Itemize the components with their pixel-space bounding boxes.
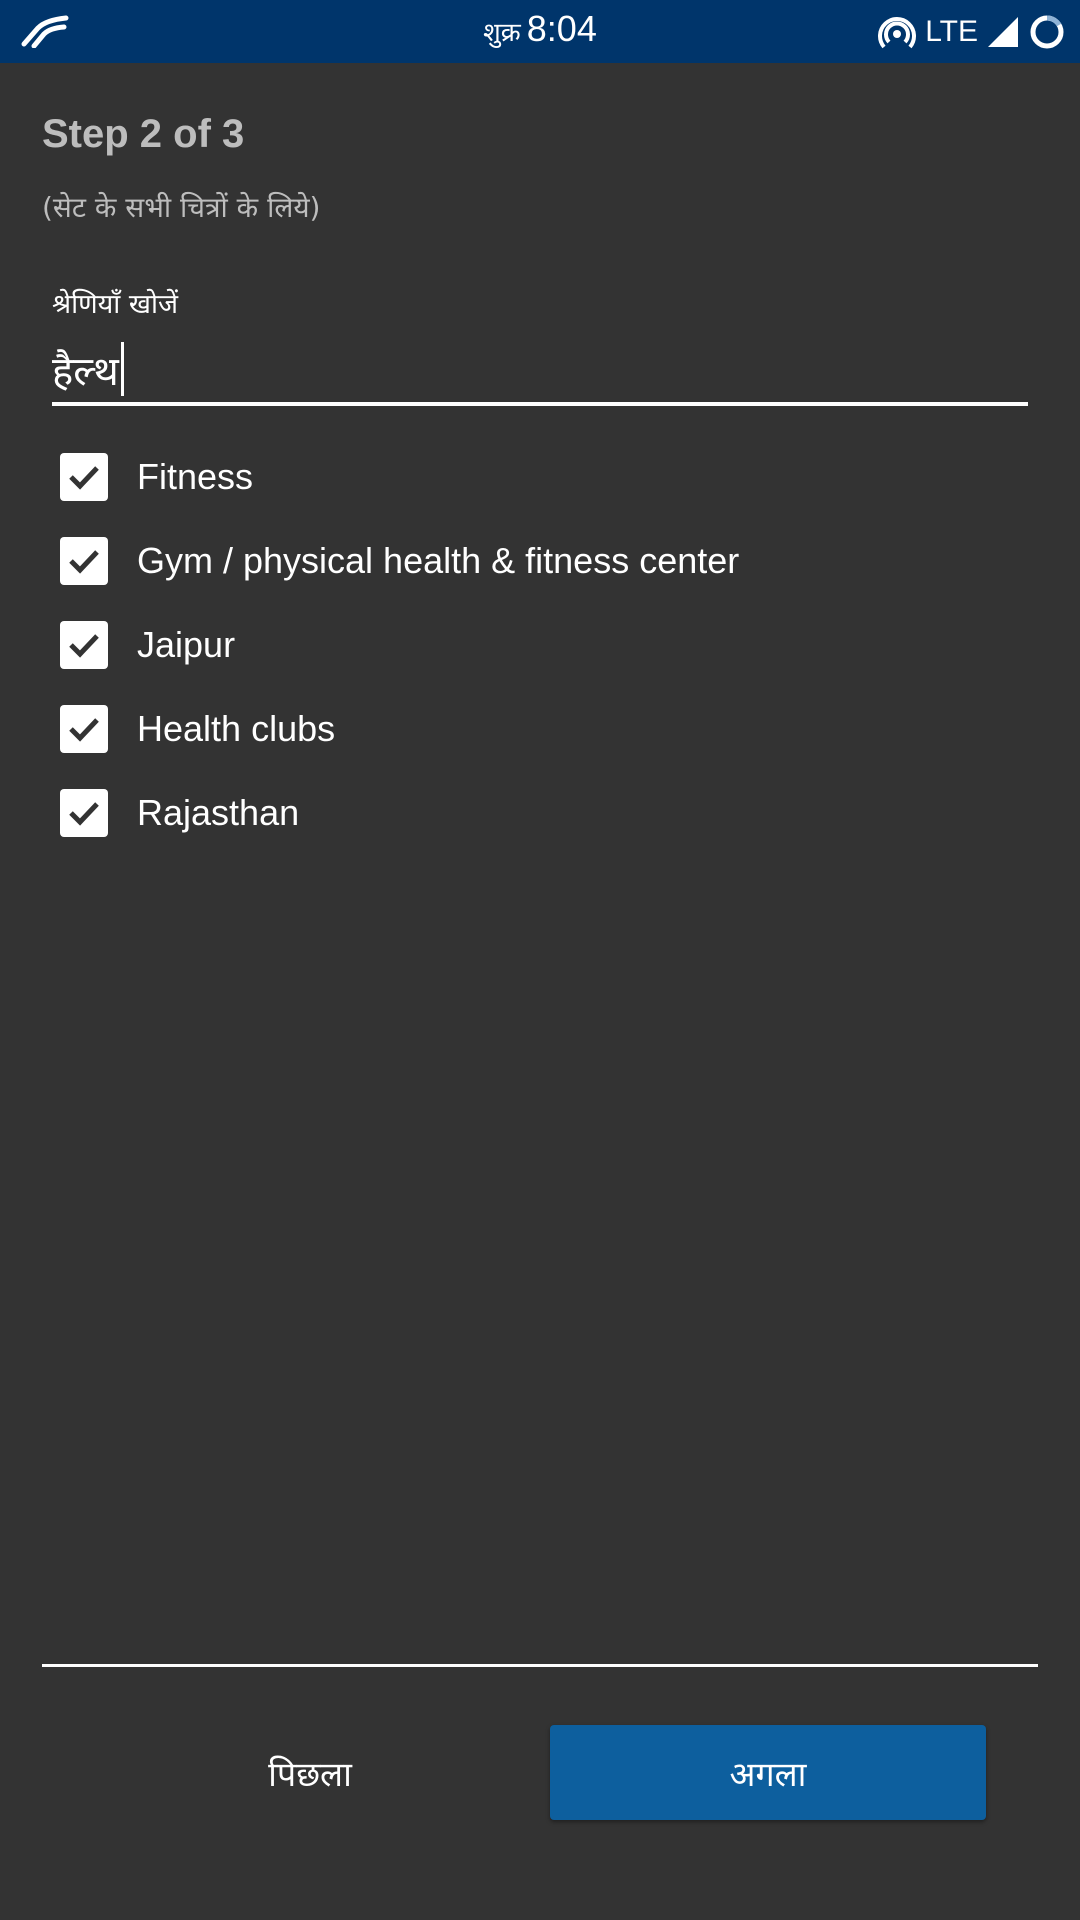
previous-button[interactable]: पिछला	[140, 1725, 480, 1820]
check-icon	[69, 550, 99, 574]
signal-icon	[988, 17, 1018, 47]
check-icon	[69, 718, 99, 742]
step-subtitle: (सेट के सभी चित्रों के लिये)	[42, 191, 321, 224]
category-list: Fitness Gym / physical health & fitness …	[60, 435, 1020, 855]
search-label: श्रेणियाँ खोजें	[52, 289, 178, 320]
category-label: Fitness	[137, 456, 254, 497]
status-day: शुक्र	[483, 18, 521, 48]
category-label: Gym / physical health & fitness center	[137, 540, 740, 581]
checkbox-checked[interactable]	[60, 621, 108, 669]
loading-circle-icon	[1030, 15, 1064, 49]
check-icon	[69, 802, 99, 826]
check-icon	[69, 466, 99, 490]
checkbox-checked[interactable]	[60, 705, 108, 753]
status-time: 8:04	[526, 8, 597, 49]
text-cursor	[120, 342, 124, 396]
checkbox-checked[interactable]	[60, 537, 108, 585]
category-item[interactable]: Rajasthan	[60, 771, 1020, 855]
search-input-value: हैल्थ	[52, 348, 119, 395]
category-search-input[interactable]: हैल्थ	[52, 336, 1028, 406]
checkbox-checked[interactable]	[60, 789, 108, 837]
checkbox-checked[interactable]	[60, 453, 108, 501]
status-bar: शुक्र 8:04 LTE	[0, 0, 1080, 63]
category-label: Rajasthan	[137, 792, 300, 833]
status-icons: LTE	[877, 10, 1066, 54]
category-item[interactable]: Gym / physical health & fitness center	[60, 519, 1020, 603]
category-item[interactable]: Health clubs	[60, 687, 1020, 771]
category-label: Jaipur	[137, 624, 236, 665]
category-item[interactable]: Jaipur	[60, 603, 1020, 687]
category-item[interactable]: Fitness	[60, 435, 1020, 519]
check-icon	[69, 634, 99, 658]
hotspot-icon	[878, 17, 917, 49]
next-button[interactable]: अगला	[550, 1725, 986, 1820]
category-label: Health clubs	[137, 708, 336, 749]
step-indicator: Step 2 of 3	[42, 112, 245, 156]
network-type: LTE	[925, 15, 978, 48]
footer-divider	[42, 1664, 1038, 1667]
